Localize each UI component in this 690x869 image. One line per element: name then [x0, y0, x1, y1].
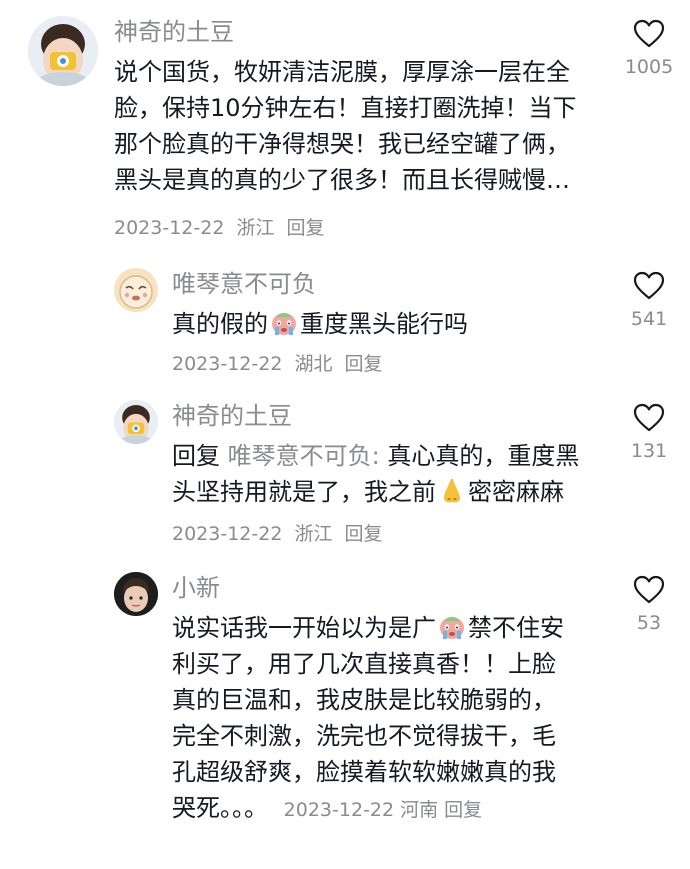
- like-button[interactable]: 1005: [614, 18, 684, 78]
- comment-line: 孔超级舒爽，脸摸着软软嫩嫩真的我: [172, 758, 556, 786]
- like-count: 53: [636, 612, 662, 634]
- like-count: 1005: [624, 56, 674, 78]
- comment-meta: 2023-12-22 湖北 回复: [172, 352, 389, 376]
- heart-icon[interactable]: [633, 18, 665, 50]
- comment-author[interactable]: 神奇的土豆: [172, 402, 292, 430]
- comment-line: 黑头是真的真的少了很多！而且长得贼慢…: [114, 166, 570, 194]
- comment-text-part: 密密麻麻: [468, 478, 564, 506]
- comment-line: 利买了，用了几次直接真香！！上脸: [172, 650, 556, 678]
- heart-icon[interactable]: [633, 402, 665, 434]
- comment-line: 真的巨温和，我皮肤是比较脆弱的，: [172, 686, 556, 714]
- crying-face-emoji-icon: [438, 613, 466, 641]
- comment-text-part: 哭死。。。: [172, 794, 268, 822]
- avatar[interactable]: [114, 400, 158, 444]
- comment-meta: 2023-12-22 河南 回复: [284, 799, 483, 821]
- comment-text: 真的假的 重度黑头能行吗: [172, 306, 468, 342]
- avatar[interactable]: [28, 16, 98, 86]
- reply-button[interactable]: 回复: [345, 353, 383, 375]
- comment-text-part: 说实话我一开始以为是广: [172, 614, 436, 642]
- reply-button[interactable]: 回复: [287, 217, 325, 239]
- comment-text-part: 重度黑头能行吗: [300, 310, 468, 338]
- avatar[interactable]: [114, 268, 158, 312]
- nose-emoji-icon: [438, 477, 466, 505]
- comment-location: 浙江: [294, 523, 333, 545]
- comment-location: 浙江: [236, 217, 275, 239]
- comment-location: 湖北: [294, 353, 333, 375]
- comment-author[interactable]: 神奇的土豆: [114, 18, 234, 46]
- heart-icon[interactable]: [633, 270, 665, 302]
- comment-text-part: 真的假的: [172, 310, 268, 338]
- comment-text-part: 禁不住安: [468, 614, 564, 642]
- like-button[interactable]: 53: [614, 574, 684, 634]
- reply-button[interactable]: 回复: [444, 799, 482, 821]
- like-count: 541: [630, 308, 668, 330]
- comment-line: 完全不刺激，洗完也不觉得拔干，毛: [172, 722, 556, 750]
- like-button[interactable]: 131: [614, 402, 684, 462]
- heart-icon[interactable]: [633, 574, 665, 606]
- comment-date: 2023-12-22: [114, 217, 225, 239]
- comment-meta: 2023-12-22 浙江 回复: [172, 522, 389, 546]
- comment-meta: 2023-12-22 浙江 回复: [114, 216, 331, 240]
- comment-location: 河南: [400, 799, 439, 821]
- comment-date: 2023-12-22: [172, 353, 283, 375]
- like-count: 131: [630, 440, 668, 462]
- comment-text: 说个国货，牧妍清洁泥膜，厚厚涂一层在全 脸，保持10分钟左右！直接打圈洗掉！当下…: [114, 54, 577, 198]
- comment-date: 2023-12-22: [283, 799, 395, 821]
- comment-line: 说个国货，牧妍清洁泥膜，厚厚涂一层在全: [114, 58, 570, 86]
- like-button[interactable]: 541: [614, 270, 684, 330]
- comment-line: 那个脸真的干净得想哭！我已经空罐了俩，: [114, 130, 570, 158]
- mention-link[interactable]: 唯琴意不可负:: [228, 442, 380, 470]
- comment-author[interactable]: 唯琴意不可负: [172, 270, 316, 298]
- comment-text: 回复 唯琴意不可负: 真心真的，重度黑 头坚持用就是了，我之前 密密麻麻: [172, 438, 579, 510]
- comment-date: 2023-12-22: [172, 523, 283, 545]
- avatar[interactable]: [114, 572, 158, 616]
- reply-button[interactable]: 回复: [345, 523, 383, 545]
- crying-face-emoji-icon: [270, 309, 298, 337]
- comment-text-part: 真心真的，重度黑: [387, 442, 580, 470]
- comment-text-part: 头坚持用就是了，我之前: [172, 478, 436, 506]
- comment-text: 说实话我一开始以为是广 禁不住安 利买了，用了几次直接真香！！上脸 真的巨温和，我…: [172, 610, 564, 826]
- comment-line: 脸，保持10分钟左右！直接打圈洗掉！当下: [114, 94, 577, 122]
- reply-prefix: 回复: [172, 442, 220, 470]
- comment-author[interactable]: 小新: [172, 574, 220, 602]
